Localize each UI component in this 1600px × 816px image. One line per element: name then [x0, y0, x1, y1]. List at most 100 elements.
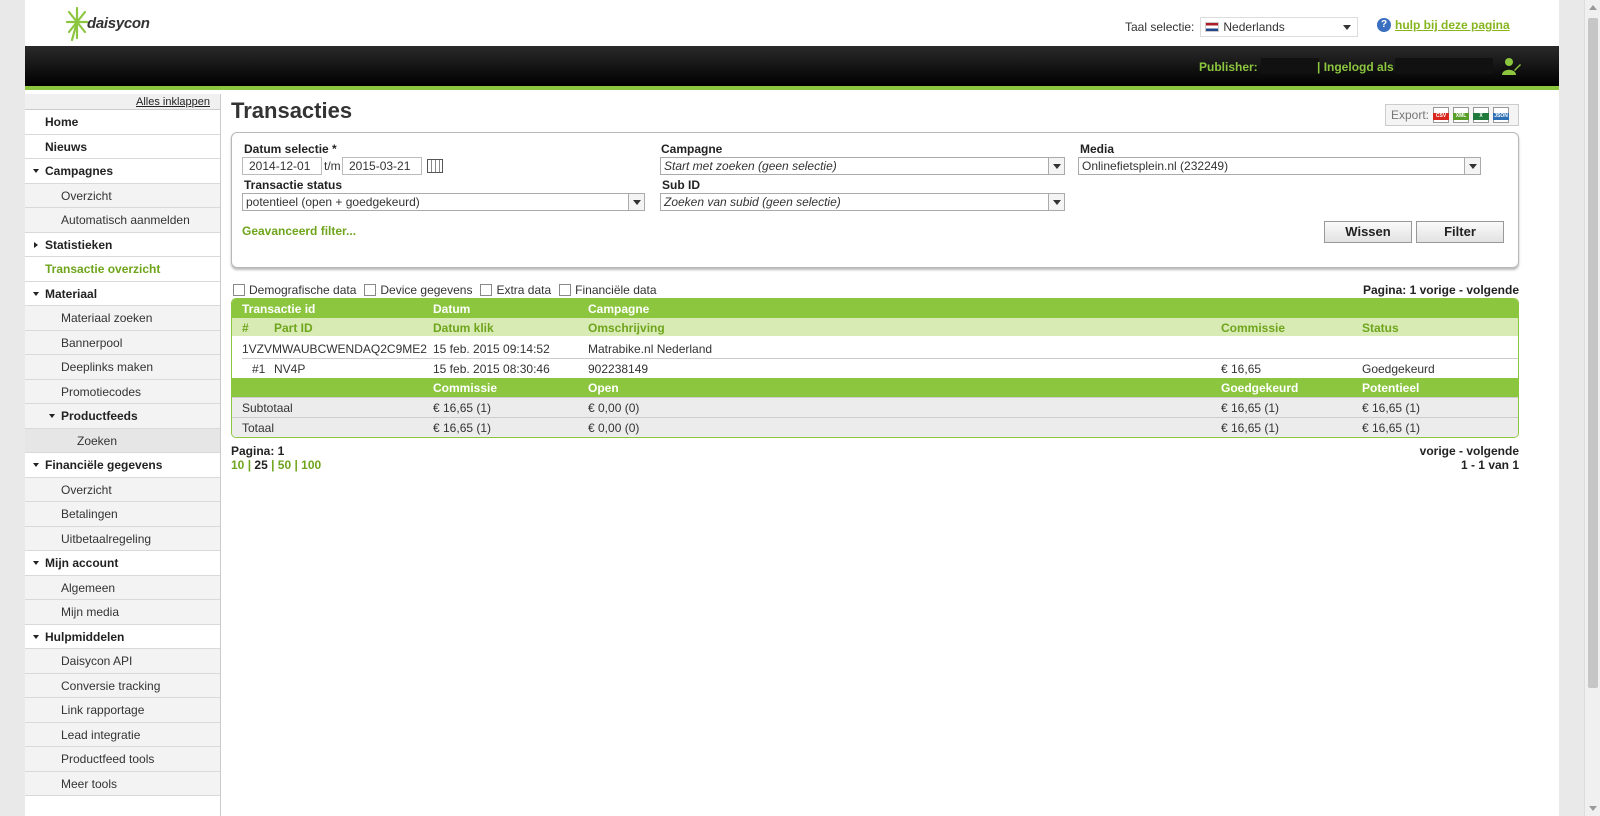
- sidebar-item-lead-integratie[interactable]: Lead integratie: [25, 722, 220, 747]
- sidebar-item-automatisch-aanmelden[interactable]: Automatisch aanmelden: [25, 208, 220, 233]
- campaign-select[interactable]: Start met zoeken (geen selectie): [660, 157, 1065, 175]
- sidebar-item-productfeeds-zoeken[interactable]: Zoeken: [25, 428, 220, 453]
- daisycon-logo[interactable]: daisycon: [65, 4, 195, 44]
- filter-panel: Datum selectie * 2014-12-01 t/m 2015-03-…: [231, 132, 1519, 268]
- sidebar-item-home[interactable]: Home: [25, 110, 220, 135]
- col-commissie[interactable]: Commissie: [1221, 321, 1285, 335]
- sidebar-item-campagnes-overzicht[interactable]: Overzicht: [25, 183, 220, 208]
- export-xml-icon[interactable]: XML: [1453, 107, 1470, 123]
- sidebar-item-uitbetaalregeling[interactable]: Uitbetaalregeling: [25, 526, 220, 551]
- logged-in-value-redacted: [1395, 58, 1493, 74]
- sidebar-item-promotiecodes[interactable]: Promotiecodes: [25, 379, 220, 404]
- logo-text: daisycon: [87, 15, 150, 32]
- option-demographic[interactable]: Demografische data: [231, 283, 356, 297]
- scrollbar-thumb[interactable]: [1588, 18, 1598, 688]
- language-select[interactable]: Nederlands: [1200, 17, 1359, 37]
- calendar-icon[interactable]: [427, 159, 443, 173]
- help-link[interactable]: hulp bij deze pagina: [1395, 18, 1510, 32]
- page-size-50[interactable]: 50: [278, 458, 291, 472]
- pager-nav[interactable]: vorige - volgende: [1420, 444, 1519, 458]
- scroll-up-icon[interactable]: [1589, 5, 1597, 10]
- demographic-label: Demografische data: [249, 283, 357, 297]
- scroll-down-icon[interactable]: [1589, 806, 1597, 811]
- sidebar-item-financiele-gegevens[interactable]: Financiële gegevens: [25, 453, 220, 478]
- transaction-id: 1VZVMWAUBCWENDAQ2C9ME2: [242, 342, 427, 356]
- date-from-input[interactable]: 2014-12-01: [242, 157, 322, 175]
- vertical-scrollbar[interactable]: [1584, 0, 1600, 816]
- sidebar-item-productfeed-tools[interactable]: Productfeed tools: [25, 747, 220, 772]
- col-datum[interactable]: Datum: [433, 302, 470, 316]
- sidebar-item-link-rapportage[interactable]: Link rapportage: [25, 698, 220, 723]
- sidebar-item-daisycon-api[interactable]: Daisycon API: [25, 649, 220, 674]
- option-financial[interactable]: Financiële data: [557, 283, 657, 297]
- col-omschrijving[interactable]: Omschrijving: [588, 321, 665, 335]
- sidebar-item-financieel-overzicht[interactable]: Overzicht: [25, 477, 220, 502]
- subtotal-open: € 0,00 (0): [588, 401, 640, 415]
- help-icon[interactable]: ?: [1377, 18, 1391, 32]
- sidebar-item-conversie-tracking[interactable]: Conversie tracking: [25, 673, 220, 698]
- subid-label: Sub ID: [662, 178, 700, 192]
- sidebar-item-statistieken[interactable]: Statistieken: [25, 232, 220, 257]
- advanced-filter-link[interactable]: Geavanceerd filter...: [242, 224, 356, 238]
- sidebar-item-deeplinks-maken[interactable]: Deeplinks maken: [25, 355, 220, 380]
- subtotal-goedgekeurd: € 16,65 (1): [1221, 401, 1280, 415]
- sidebar-item-mijn-account[interactable]: Mijn account: [25, 551, 220, 576]
- chevron-down-icon: [1464, 158, 1480, 174]
- page-size-10[interactable]: 10: [231, 458, 244, 472]
- sidebar-item-productfeeds[interactable]: Productfeeds: [25, 404, 220, 429]
- sidebar-item-bannerpool[interactable]: Bannerpool: [25, 330, 220, 355]
- summary-header: Commissie Open Goedgekeurd Potentieel: [232, 378, 1518, 397]
- device-checkbox[interactable]: [364, 284, 377, 296]
- col-transactie-id[interactable]: Transactie id: [242, 302, 315, 316]
- col-status[interactable]: Status: [1362, 321, 1399, 335]
- sidebar-item-hulpmiddelen[interactable]: Hulpmiddelen: [25, 624, 220, 649]
- language-label: Taal selectie:: [1125, 20, 1195, 34]
- subid-value: Zoeken van subid (geen selectie): [664, 195, 841, 209]
- demographic-checkbox[interactable]: [233, 284, 245, 296]
- sum-col-open: Open: [588, 381, 619, 395]
- table-header-primary: Transactie id Datum Campagne: [232, 299, 1518, 318]
- total-potentieel: € 16,65 (1): [1362, 421, 1421, 435]
- export-excel-icon[interactable]: X: [1473, 107, 1490, 123]
- top-bar: Publisher: | Ingelogd als:: [25, 46, 1559, 90]
- language-selector: Taal selectie: Nederlands: [1125, 16, 1359, 38]
- sidebar-item-mijn-media[interactable]: Mijn media: [25, 600, 220, 625]
- page-size-100[interactable]: 100: [301, 458, 321, 472]
- clear-button[interactable]: Wissen: [1324, 221, 1412, 243]
- option-device[interactable]: Device gegevens: [362, 283, 472, 297]
- sidebar-item-algemeen[interactable]: Algemeen: [25, 575, 220, 600]
- collapse-all-link[interactable]: Alles inklappen: [136, 96, 210, 108]
- sidebar-item-materiaal-zoeken[interactable]: Materiaal zoeken: [25, 306, 220, 331]
- col-part-id[interactable]: Part ID: [274, 321, 313, 335]
- page-size-25[interactable]: 25: [254, 458, 267, 472]
- table-row-part[interactable]: #1 NV4P 15 feb. 2015 08:30:46 902238149 …: [242, 358, 1518, 378]
- sidebar-item-nieuws[interactable]: Nieuws: [25, 134, 220, 159]
- subtotal-potentieel: € 16,65 (1): [1362, 401, 1421, 415]
- sidebar-item-campagnes[interactable]: Campagnes: [25, 159, 220, 184]
- pager-range: 1 - 1 van 1: [1460, 458, 1519, 472]
- export-csv-icon[interactable]: CSV: [1433, 107, 1450, 123]
- user-edit-icon[interactable]: [1501, 56, 1521, 76]
- sidebar-item-meer-tools[interactable]: Meer tools: [25, 771, 220, 796]
- financial-checkbox[interactable]: [559, 284, 572, 296]
- transaction-date: 15 feb. 2015 09:14:52: [433, 342, 550, 356]
- sidebar-item-transactie-overzicht[interactable]: Transactie overzicht: [25, 257, 220, 282]
- subid-select[interactable]: Zoeken van subid (geen selectie): [660, 193, 1065, 211]
- transaction-status-select[interactable]: potentieel (open + goedgekeurd): [242, 193, 645, 211]
- page-title: Transacties: [231, 98, 353, 123]
- col-datum-klik[interactable]: Datum klik: [433, 321, 494, 335]
- sidebar-item-betalingen[interactable]: Betalingen: [25, 502, 220, 527]
- export-json-icon[interactable]: JSON: [1493, 107, 1510, 123]
- page-info-top: Pagina: 1 vorige - volgende: [1362, 283, 1519, 297]
- status: Goedgekeurd: [1362, 362, 1435, 376]
- extra-checkbox[interactable]: [480, 284, 493, 296]
- option-extra[interactable]: Extra data: [478, 283, 551, 297]
- date-to-input[interactable]: 2015-03-21: [342, 157, 422, 175]
- table-row[interactable]: 1VZVMWAUBCWENDAQ2C9ME2 15 feb. 2015 09:1…: [232, 336, 1518, 358]
- col-campagne[interactable]: Campagne: [588, 302, 649, 316]
- commission: € 16,65: [1221, 362, 1262, 376]
- media-select[interactable]: Onlinefietsplein.nl (232249): [1078, 157, 1481, 175]
- sidebar-item-materiaal[interactable]: Materiaal: [25, 281, 220, 306]
- filter-button[interactable]: Filter: [1416, 221, 1504, 243]
- language-value: Nederlands: [1223, 20, 1285, 34]
